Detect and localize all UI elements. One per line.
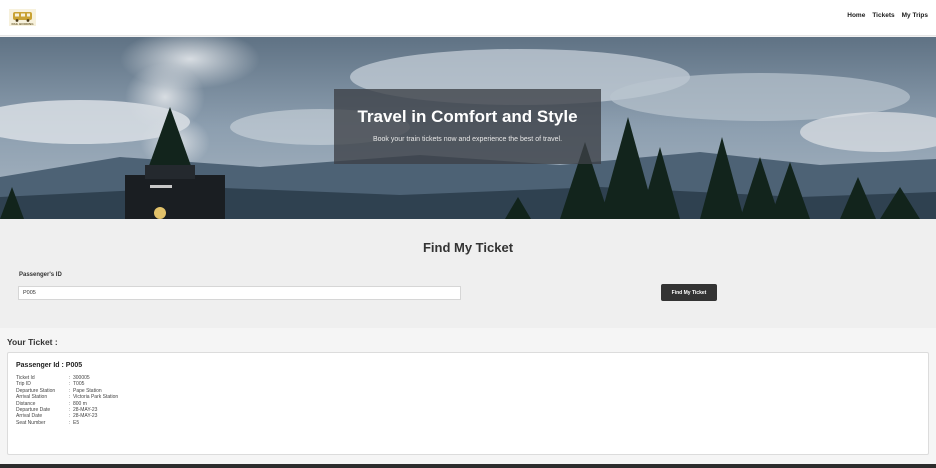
- navbar: RAIL BOOKING Home Tickets My Trips: [0, 0, 936, 36]
- ticket-row-value: E5: [73, 419, 80, 426]
- hero-text-box: Travel in Comfort and Style Book your tr…: [334, 89, 601, 164]
- logo-text: RAIL BOOKING: [11, 22, 34, 26]
- passenger-id-heading: Passenger Id : P005: [16, 362, 83, 369]
- nav-tickets[interactable]: Tickets: [872, 12, 894, 19]
- your-ticket-heading: Your Ticket :: [7, 337, 58, 347]
- find-ticket-section: Find My Ticket Passenger's ID Find My Ti…: [0, 219, 936, 328]
- passenger-id-label: Passenger's ID: [19, 272, 62, 278]
- nav-my-trips[interactable]: My Trips: [902, 12, 928, 19]
- hero-subtitle: Book your train tickets now and experien…: [372, 136, 563, 143]
- nav-home[interactable]: Home: [847, 12, 865, 19]
- nav-links: Home Tickets My Trips: [847, 12, 928, 19]
- hero-title: Travel in Comfort and Style: [357, 107, 578, 126]
- footer-bar: [0, 464, 936, 468]
- ticket-details: Ticket Id:300005 Trip ID: T005 Departure …: [16, 375, 118, 426]
- find-my-ticket-button[interactable]: Find My Ticket: [661, 284, 717, 301]
- ticket-section: Your Ticket : Passenger Id : P005 Ticket…: [0, 328, 936, 464]
- logo[interactable]: RAIL BOOKING: [9, 9, 36, 26]
- hero-banner: Travel in Comfort and Style Book your tr…: [0, 37, 936, 219]
- ticket-card: Passenger Id : P005 Ticket Id:300005 Tri…: [7, 352, 929, 455]
- ticket-row-label: Seat Number: [16, 419, 46, 426]
- find-ticket-title: Find My Ticket: [422, 240, 514, 255]
- passenger-id-input[interactable]: [18, 286, 461, 300]
- ticket-row-seat-number: Seat Number: E5: [16, 420, 118, 426]
